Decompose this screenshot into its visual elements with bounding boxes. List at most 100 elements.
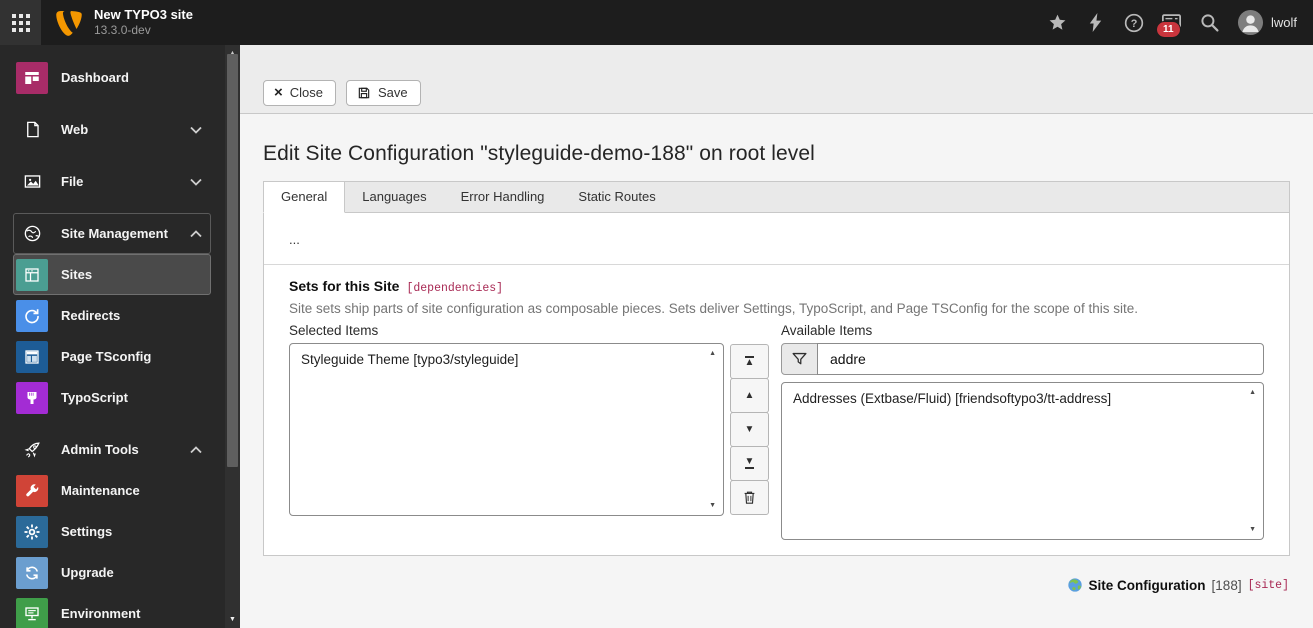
- page-title: Edit Site Configuration "styleguide-demo…: [263, 142, 815, 165]
- move-down-button[interactable]: ▼: [730, 412, 769, 447]
- scrollbar-thumb[interactable]: [227, 54, 238, 467]
- sidebar-item-label: Sites: [61, 267, 93, 282]
- avatar: [1237, 9, 1264, 36]
- svg-text:?: ?: [1131, 17, 1138, 29]
- close-icon: ×: [274, 84, 283, 101]
- trash-icon: [744, 491, 755, 504]
- sets-fieldset: Sets for this Site [dependencies] Site s…: [264, 265, 1289, 555]
- module-menu-sidebar: Dashboard Web File Site Management Sites…: [0, 45, 240, 628]
- grid-icon: [11, 13, 30, 32]
- tab-static-routes[interactable]: Static Routes: [561, 182, 672, 212]
- rocket-icon: [16, 434, 48, 466]
- site-title: New TYPO3 site: [94, 6, 193, 22]
- sidebar-item-web[interactable]: Web: [13, 109, 211, 150]
- sidebar-item-maintenance[interactable]: Maintenance: [13, 470, 211, 511]
- selected-item-option[interactable]: Styleguide Theme [typo3/styleguide]: [290, 344, 723, 371]
- available-items-column: Available Items Addresses (Extbase/Fluid…: [781, 323, 1264, 540]
- listbox-scroll-down-icon[interactable]: ▼: [1249, 526, 1256, 533]
- sidebar-item-page-tsconfig[interactable]: Page TSconfig: [13, 336, 211, 377]
- help-icon: ?: [1124, 13, 1144, 32]
- sidebar-item-label: File: [61, 174, 84, 189]
- move-up-icon: ▲: [744, 390, 755, 401]
- file-icon: [16, 166, 48, 198]
- listbox-scroll-down-icon[interactable]: ▼: [709, 502, 716, 509]
- scrollbar-down-arrow[interactable]: ▼: [225, 613, 240, 625]
- bookmark-toolbar-button[interactable]: [1039, 0, 1077, 45]
- chevron-up-icon: [190, 229, 202, 237]
- topbar: New TYPO3 site 13.3.0-dev ? 11 lwolf: [0, 0, 1313, 45]
- sidebar-item-label: Site Management: [61, 226, 168, 241]
- chevron-down-icon: [190, 178, 202, 186]
- record-table-note: [site]: [1247, 578, 1289, 592]
- move-up-button[interactable]: ▲: [730, 378, 769, 413]
- sidebar-scrollbar[interactable]: ▲ ▼: [225, 45, 240, 628]
- environment-icon: [16, 597, 48, 628]
- sidebar-item-typoscript[interactable]: TypoScript: [13, 377, 211, 418]
- clear-cache-toolbar-button[interactable]: [1077, 0, 1115, 45]
- save-icon: [358, 87, 370, 98]
- star-icon: [1050, 14, 1066, 30]
- typo3-logo: [54, 8, 84, 38]
- selected-items-label: Selected Items: [289, 323, 379, 338]
- available-items-filter-input[interactable]: [817, 343, 1264, 375]
- module-menu-toggle-button[interactable]: [0, 0, 41, 45]
- module-content: × Close Save Edit Site Configuration "st…: [240, 45, 1313, 628]
- redirects-icon: [16, 299, 48, 332]
- sets-legend: Sets for this Site: [289, 278, 400, 294]
- record-uid: [188]: [1211, 577, 1242, 593]
- sets-dependencies-note: [dependencies]: [406, 282, 504, 295]
- sidebar-item-upgrade[interactable]: Upgrade: [13, 552, 211, 593]
- remove-item-button[interactable]: [730, 480, 769, 515]
- sidebar-item-site-management[interactable]: Site Management: [13, 213, 211, 254]
- bolt-icon: [1090, 13, 1102, 32]
- sidebar-item-file[interactable]: File: [13, 161, 211, 202]
- listbox-scroll-up-icon[interactable]: ▲: [709, 350, 716, 357]
- topbar-site-info: New TYPO3 site 13.3.0-dev: [94, 7, 193, 38]
- site-version: 13.3.0-dev: [94, 23, 151, 38]
- system-information-toolbar-button[interactable]: 11: [1153, 0, 1191, 45]
- wrench-icon: [16, 474, 48, 507]
- sidebar-item-label: Upgrade: [61, 565, 114, 580]
- selected-items-listbox[interactable]: Styleguide Theme [typo3/styleguide] ▲ ▼: [289, 343, 724, 516]
- filter-button[interactable]: [781, 343, 818, 375]
- sidebar-item-label: Maintenance: [61, 483, 140, 498]
- tab-error-handling[interactable]: Error Handling: [444, 182, 562, 212]
- sidebar-item-admin-tools[interactable]: Admin Tools: [13, 429, 211, 470]
- palette-placeholder: ...: [289, 232, 300, 247]
- move-to-top-icon: ▲: [744, 356, 755, 368]
- save-button-label: Save: [378, 85, 408, 100]
- search-toolbar-button[interactable]: [1191, 0, 1229, 45]
- close-button-label: Close: [289, 85, 324, 100]
- save-button[interactable]: Save: [346, 80, 421, 106]
- filter-group: [781, 343, 1264, 375]
- sidebar-item-sites[interactable]: Sites: [13, 254, 211, 295]
- move-to-bottom-button[interactable]: ▼: [730, 446, 769, 481]
- close-button[interactable]: × Close: [263, 80, 337, 106]
- move-down-icon: ▼: [744, 424, 755, 435]
- available-items-listbox[interactable]: Addresses (Extbase/Fluid) [friendsoftypo…: [781, 382, 1264, 540]
- move-to-top-button[interactable]: ▲: [730, 344, 769, 379]
- globe-icon: [16, 218, 48, 250]
- sidebar-item-label: Admin Tools: [61, 442, 139, 457]
- tab-languages[interactable]: Languages: [345, 182, 443, 212]
- record-title: Site Configuration: [1088, 577, 1206, 593]
- user-toolbar-button[interactable]: lwolf: [1229, 9, 1301, 36]
- listbox-scroll-up-icon[interactable]: ▲: [1249, 389, 1256, 396]
- sidebar-item-dashboard[interactable]: Dashboard: [13, 57, 211, 98]
- sidebar-item-label: Dashboard: [61, 70, 129, 85]
- dashboard-icon: [16, 61, 48, 94]
- tab-bar: General Languages Error Handling Static …: [263, 181, 1290, 213]
- record-globe-icon: [1067, 578, 1082, 592]
- help-toolbar-button[interactable]: ?: [1115, 0, 1153, 45]
- available-items-label: Available Items: [781, 323, 873, 338]
- sidebar-item-environment[interactable]: Environment: [13, 593, 211, 628]
- sidebar-item-settings[interactable]: Settings: [13, 511, 211, 552]
- sites-icon: [16, 258, 48, 291]
- sidebar-item-redirects[interactable]: Redirects: [13, 295, 211, 336]
- sidebar-item-label: Environment: [61, 606, 141, 621]
- web-icon: [16, 114, 48, 146]
- tab-general[interactable]: General: [263, 181, 346, 213]
- notification-count-badge: 11: [1155, 21, 1181, 38]
- available-item-option[interactable]: Addresses (Extbase/Fluid) [friendsoftypo…: [782, 383, 1263, 410]
- topbar-toolbar: ? 11 lwolf: [1039, 0, 1313, 45]
